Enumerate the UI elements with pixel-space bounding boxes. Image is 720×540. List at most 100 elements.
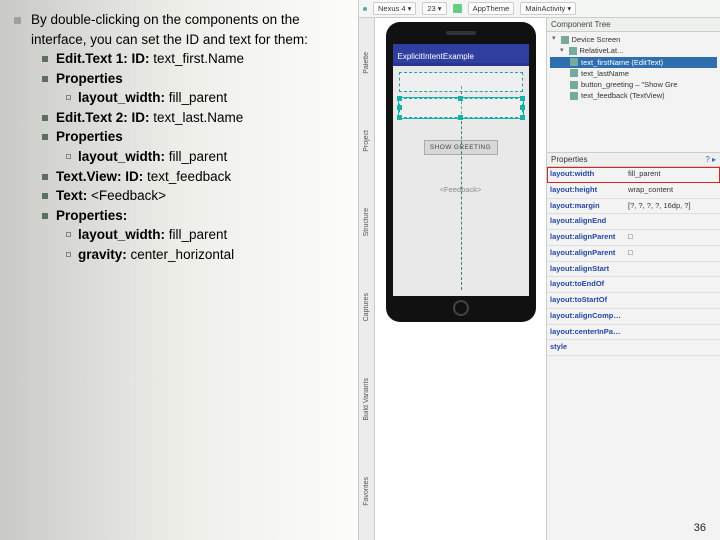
property-key: layout:alignEnd xyxy=(547,214,625,229)
property-row[interactable]: layout:heightwrap_content xyxy=(547,183,720,199)
property-key: layout:alignStart xyxy=(547,262,625,277)
list-item-text: Text: <Feedback> xyxy=(56,186,166,206)
properties-panel: Properties ? ▸ layout:widthfill_parentla… xyxy=(547,152,720,540)
list-item: Text: <Feedback> xyxy=(42,186,358,206)
vtab-structure[interactable]: Structure xyxy=(363,208,370,236)
tree-item-label: text_firstName (EditText) xyxy=(581,57,663,68)
property-row[interactable]: style xyxy=(547,340,720,356)
property-value[interactable] xyxy=(625,262,720,277)
property-row[interactable]: layout:alignStart xyxy=(547,262,720,278)
slide: By double-clicking on the components on … xyxy=(0,0,720,540)
home-button-icon xyxy=(453,300,469,316)
activity-picker[interactable]: MainActivity ▾ xyxy=(520,2,576,15)
list-item: Text.View: ID: text_feedback xyxy=(42,167,358,187)
content-row: By double-clicking on the components on … xyxy=(0,0,720,540)
property-value[interactable]: fill_parent xyxy=(625,167,720,182)
vtab-project[interactable]: Project xyxy=(363,130,370,152)
vtab-favorites[interactable]: Favorites xyxy=(363,477,370,506)
property-value[interactable] xyxy=(625,214,720,229)
property-value[interactable]: wrap_content xyxy=(625,183,720,198)
list-item-text: Text.View: ID: text_feedback xyxy=(56,167,231,187)
properties-help-icon[interactable]: ? ▸ xyxy=(705,155,716,164)
list-item: Properties xyxy=(42,127,358,147)
property-key: layout:toStartOf xyxy=(547,293,625,308)
list-item-text: layout_width: fill_parent xyxy=(78,225,227,245)
property-row[interactable]: layout:alignEnd xyxy=(547,214,720,230)
tree-layout[interactable]: RelativeLat... xyxy=(550,45,717,56)
property-row[interactable]: layout:centerInPa horizontal xyxy=(547,325,720,341)
properties-table: layout:widthfill_parentlayout:heightwrap… xyxy=(547,167,720,540)
square-bullet-icon xyxy=(66,154,71,159)
list-item: layout_width: fill_parent xyxy=(66,88,358,108)
edittext-lastname-selected[interactable] xyxy=(399,98,523,118)
vtab-build-variants[interactable]: Build Variants xyxy=(363,378,370,421)
property-key: layout:alignParent xyxy=(547,246,625,261)
right-panels: Component Tree Device Screen RelativeLat… xyxy=(547,18,720,540)
tree-item[interactable]: text_feedback (TextView) xyxy=(550,90,717,101)
property-value[interactable]: □ xyxy=(625,230,720,245)
tree-item[interactable]: text_firstName (EditText) xyxy=(550,57,717,68)
edittext-firstname[interactable] xyxy=(399,72,523,92)
widget-icon xyxy=(570,92,578,100)
tree-item[interactable]: button_greeting – "Show Gre xyxy=(550,79,717,90)
vtab-captures[interactable]: Captures xyxy=(363,293,370,321)
property-row[interactable]: layout:widthfill_parent xyxy=(547,167,720,183)
property-value[interactable] xyxy=(625,309,720,324)
list-item-text: Properties xyxy=(56,127,123,147)
tree-item-label: button_greeting – "Show Gre xyxy=(581,79,677,90)
property-row[interactable]: layout:margin[?, ?, ?, ?, 16dp, ?] xyxy=(547,199,720,215)
list-item: Edit.Text 2: ID: text_last.Name xyxy=(42,108,358,128)
phone-screen: ExplicitIntentExample SHOW GR xyxy=(393,44,529,296)
property-row[interactable]: layout:toStartOf xyxy=(547,293,720,309)
android-studio-screenshot: Nexus 4 ▾ 23 ▾ AppTheme MainActivity ▾ P… xyxy=(358,0,720,540)
property-value[interactable]: [?, ?, ?, ?, 16dp, ?] xyxy=(625,199,720,214)
property-value[interactable] xyxy=(625,325,720,340)
property-key: style xyxy=(547,340,625,355)
square-bullet-icon xyxy=(66,95,71,100)
square-bullet-icon xyxy=(42,174,48,180)
property-value[interactable]: □ xyxy=(625,246,720,261)
property-value[interactable] xyxy=(625,277,720,292)
property-key: layout:height xyxy=(547,183,625,198)
properties-header: Properties ? ▸ xyxy=(547,152,720,167)
square-bullet-icon xyxy=(42,193,48,199)
intro-bullet: By double-clicking on the components on … xyxy=(14,10,358,49)
list-item: Edit.Text 1: ID: text_first.Name xyxy=(42,49,358,69)
list-item: layout_width: fill_parent xyxy=(66,225,358,245)
vtab-palette[interactable]: Palette xyxy=(363,52,370,74)
property-key: layout:toEndOf xyxy=(547,277,625,292)
dot-icon xyxy=(363,7,367,11)
theme-picker[interactable]: AppTheme xyxy=(468,2,515,15)
screen-body: SHOW GREETING <Feedback> xyxy=(393,66,529,296)
list-item: Properties: xyxy=(42,206,358,226)
device-picker[interactable]: Nexus 4 ▾ xyxy=(373,2,416,15)
left-tool-tabs: Palette Project Structure Captures Build… xyxy=(359,18,375,540)
widget-icon xyxy=(570,69,578,77)
square-bullet-icon xyxy=(42,213,48,219)
app-title: ExplicitIntentExample xyxy=(398,52,474,61)
page-number: 36 xyxy=(694,522,706,534)
api-picker[interactable]: 23 ▾ xyxy=(422,2,446,15)
square-bullet-icon xyxy=(42,115,48,121)
property-row[interactable]: layout:toEndOf xyxy=(547,277,720,293)
list-item-text: Edit.Text 2: ID: text_last.Name xyxy=(56,108,243,128)
component-tree-header: Component Tree xyxy=(547,18,720,32)
property-key: layout:alignParent xyxy=(547,230,625,245)
tree-item[interactable]: text_lastName xyxy=(550,68,717,79)
tree-root[interactable]: Device Screen xyxy=(550,34,717,45)
designer-toolbar: Nexus 4 ▾ 23 ▾ AppTheme MainActivity ▾ xyxy=(359,0,720,18)
speaker-icon xyxy=(446,31,476,35)
square-bullet-icon xyxy=(66,252,71,257)
list-item-text: gravity: center_horizontal xyxy=(78,245,234,265)
property-row[interactable]: layout:alignComp [ ] xyxy=(547,309,720,325)
property-row[interactable]: layout:alignParent□ xyxy=(547,230,720,246)
property-key: layout:alignComp [ ] xyxy=(547,309,625,324)
layout-icon xyxy=(569,47,577,55)
list-item-text: Properties: xyxy=(56,206,127,226)
widget-icon xyxy=(570,81,578,89)
property-value[interactable] xyxy=(625,293,720,308)
property-row[interactable]: layout:alignParent□ xyxy=(547,246,720,262)
property-value[interactable] xyxy=(625,340,720,355)
tree-item-label: text_feedback (TextView) xyxy=(581,90,665,101)
list-item: layout_width: fill_parent xyxy=(66,147,358,167)
